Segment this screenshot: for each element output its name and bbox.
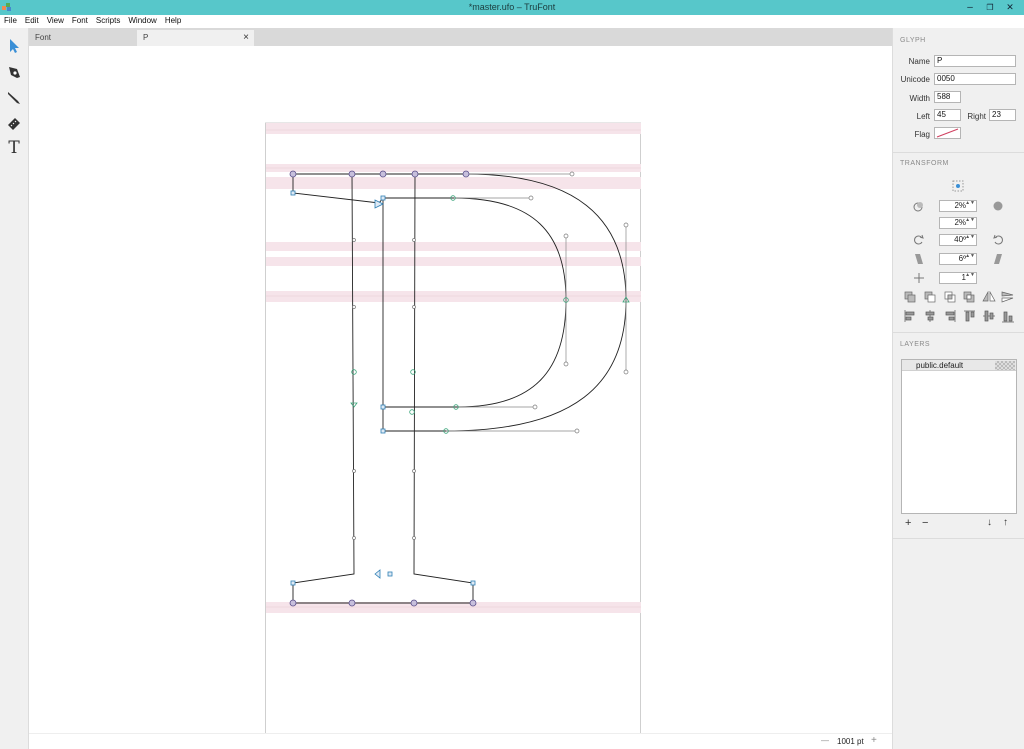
layer-color-swatch[interactable] bbox=[995, 361, 1015, 370]
glyph-editor-view[interactable] bbox=[29, 46, 892, 733]
zoom-in-button[interactable]: + bbox=[871, 735, 877, 746]
move-layer-up-button[interactable]: ↑ bbox=[1003, 517, 1008, 528]
flip-horizontal-icon[interactable] bbox=[982, 291, 996, 302]
remove-layer-button[interactable]: − bbox=[922, 517, 928, 529]
intersect-icon[interactable] bbox=[944, 291, 956, 303]
snap-value-field[interactable]: 1 ▲▼ bbox=[939, 272, 977, 284]
tab-glyph-p[interactable]: P × bbox=[137, 30, 254, 46]
status-bar: — 1001 pt + bbox=[29, 733, 892, 749]
rotate-cw-icon[interactable] bbox=[992, 234, 1004, 246]
move-icon[interactable] bbox=[913, 200, 925, 212]
flip-vertical-icon[interactable] bbox=[1001, 291, 1014, 303]
zoom-out-button[interactable]: — bbox=[821, 736, 829, 745]
menu-edit[interactable]: Edit bbox=[21, 15, 43, 25]
zoom-level: 1001 pt bbox=[837, 737, 864, 746]
right-sidebearing-field[interactable]: 23 bbox=[989, 109, 1016, 121]
skew-left-icon[interactable] bbox=[913, 253, 925, 265]
skew-right-icon[interactable] bbox=[992, 253, 1004, 265]
menu-help[interactable]: Help bbox=[161, 15, 185, 25]
align-hcenter-icon[interactable] bbox=[925, 310, 935, 322]
left-label: Left bbox=[916, 112, 930, 121]
transform-origin-icon[interactable] bbox=[952, 180, 964, 192]
skew-spin-arrows[interactable]: ▲▼ bbox=[965, 254, 975, 259]
add-layer-button[interactable]: + bbox=[905, 517, 911, 529]
rotate-ccw-icon[interactable] bbox=[913, 234, 925, 246]
move-spin-arrows[interactable]: ▲▼ bbox=[965, 201, 975, 206]
pen-tool-icon[interactable] bbox=[5, 63, 23, 81]
panel-separator bbox=[892, 152, 1024, 153]
tab-bar: Font P × bbox=[29, 28, 892, 46]
flag-label: Flag bbox=[914, 130, 930, 139]
menu-view[interactable]: View bbox=[43, 15, 68, 25]
width-label: Width bbox=[909, 94, 930, 103]
align-left-icon[interactable] bbox=[904, 310, 915, 322]
rotate-value-field[interactable]: 40º ▲▼ bbox=[939, 234, 977, 246]
xor-icon[interactable] bbox=[963, 291, 975, 303]
flag-color-swatch[interactable] bbox=[934, 127, 961, 139]
align-bottom-icon[interactable] bbox=[1002, 311, 1014, 323]
snap-spin-arrows[interactable]: ▲▼ bbox=[965, 273, 975, 278]
title-bar: *master.ufo – TruFont – ❐ ✕ bbox=[0, 0, 1024, 15]
knife-tool-icon[interactable] bbox=[5, 89, 23, 107]
window-title: *master.ufo – TruFont bbox=[468, 2, 556, 12]
glyph-page bbox=[265, 122, 641, 733]
move-reverse-icon[interactable] bbox=[992, 200, 1004, 212]
glyph-section-title: GLYPH bbox=[900, 37, 926, 44]
align-top-icon[interactable] bbox=[964, 310, 975, 322]
minimize-button[interactable]: – bbox=[962, 1, 978, 14]
move-layer-down-button[interactable]: ↓ bbox=[987, 517, 992, 528]
menu-window[interactable]: Window bbox=[124, 15, 160, 25]
tab-close-icon[interactable]: × bbox=[243, 30, 249, 46]
tab-font[interactable]: Font bbox=[29, 30, 136, 46]
menu-font[interactable]: Font bbox=[68, 15, 92, 25]
panel-separator-2 bbox=[892, 332, 1024, 333]
width-field[interactable]: 588 bbox=[934, 91, 961, 103]
unicode-field[interactable]: 0050 bbox=[934, 73, 1016, 85]
menu-scripts[interactable]: Scripts bbox=[92, 15, 124, 25]
glyph-canvas[interactable] bbox=[29, 46, 892, 733]
snap-icon[interactable] bbox=[913, 272, 925, 284]
transform-actions bbox=[904, 291, 1014, 323]
ruler-tool-icon[interactable] bbox=[5, 115, 23, 133]
scale-spin-arrows[interactable]: ▲▼ bbox=[965, 218, 975, 223]
layer-name: public.default bbox=[916, 361, 964, 370]
tool-bar: T bbox=[0, 28, 29, 749]
scale-value-field[interactable]: 2% ▲▼ bbox=[939, 217, 977, 229]
layers-list[interactable]: public.default bbox=[901, 359, 1017, 514]
tab-font-label: Font bbox=[35, 33, 52, 42]
text-tool-icon[interactable]: T bbox=[5, 138, 23, 158]
right-label: Right bbox=[967, 112, 986, 121]
move-value-field[interactable]: 2% ▲▼ bbox=[939, 200, 977, 212]
pointer-tool-icon[interactable] bbox=[5, 37, 23, 55]
union-icon[interactable] bbox=[904, 291, 916, 303]
tab-glyph-label: P bbox=[143, 33, 149, 42]
layer-row[interactable]: public.default bbox=[902, 360, 1016, 371]
name-label: Name bbox=[908, 57, 930, 66]
align-vcenter-icon[interactable] bbox=[983, 310, 995, 322]
close-window-button[interactable]: ✕ bbox=[1002, 1, 1018, 14]
rotate-spin-arrows[interactable]: ▲▼ bbox=[965, 235, 975, 240]
subtract-icon[interactable] bbox=[924, 291, 936, 303]
transform-section-title: TRANSFORM bbox=[900, 160, 949, 167]
align-right-icon[interactable] bbox=[945, 310, 956, 322]
unicode-label: Unicode bbox=[900, 75, 930, 84]
menu-file[interactable]: File bbox=[0, 15, 21, 25]
panel-separator-3 bbox=[892, 538, 1024, 539]
menu-bar: File Edit View Font Scripts Window Help bbox=[0, 15, 1024, 28]
restore-button[interactable]: ❐ bbox=[982, 1, 998, 14]
skew-value-field[interactable]: 6º ▲▼ bbox=[939, 253, 977, 265]
layers-section-title: LAYERS bbox=[900, 341, 931, 348]
left-sidebearing-field[interactable]: 45 bbox=[934, 109, 961, 121]
name-field[interactable]: P bbox=[934, 55, 1016, 67]
